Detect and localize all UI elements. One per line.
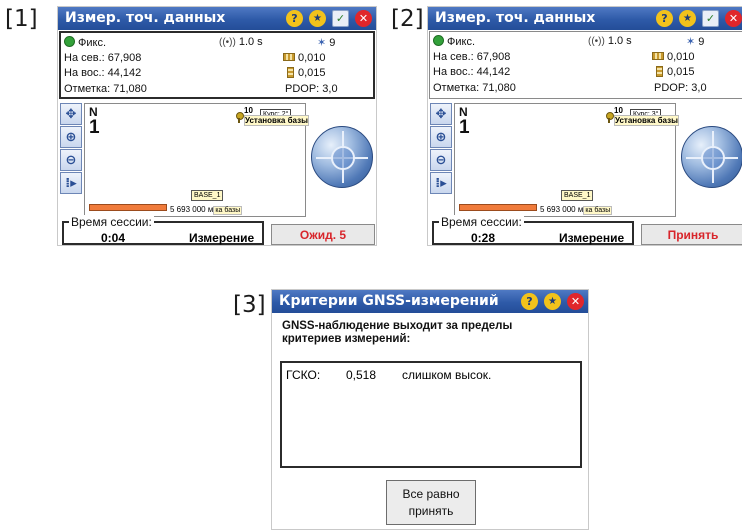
star-icon[interactable]: ★ [679,10,696,27]
mode-label: Измерение [559,231,625,245]
pan-icon[interactable]: ✥ [60,103,82,125]
criteria-status: слишком высок. [402,368,492,382]
interval: ((•)) 1.0 s [219,36,263,48]
map-toolbar: ✥ ⊕ ⊖ ⁞▸ [60,103,82,195]
accept-button[interactable]: Принять [641,224,742,245]
gnss-criteria-dialog: Критерии GNSS-измерений ? ★ ✕ GNSS-наблю… [271,289,589,530]
zoom-out-icon[interactable]: ⊖ [430,149,452,171]
session-time: 0:04 [101,231,126,245]
scale-bar [89,204,167,211]
measure-screen-2: Измер. точ. данных ? ★ ✓ ✕ Фикс. ((•)) 1.… [427,6,742,246]
session-label: Время сессии: [439,215,524,229]
satellite-icon: ✶ [317,37,327,49]
title-bar: Критерии GNSS-измерений ? ★ ✕ [272,290,588,313]
wait-button[interactable]: Ожид. 5 [271,224,375,245]
base-setup-label: Установка базы [614,115,679,126]
title-bar: Измер. точ. данных ? ★ ✓ ✕ [428,7,742,30]
fix-status: Фикс. [433,35,475,48]
window-title: Измер. точ. данных [435,10,596,26]
accept-anyway-button[interactable]: Все равно принять [386,480,476,525]
scale-text: 5 693 000 м ка базы [539,205,614,215]
pan-icon[interactable]: ✥ [430,103,452,125]
session-panel: Время сессии: 0:28 Измерение [432,215,634,245]
east-coord: На вос.: 44,142 [433,66,511,78]
point-pin-icon [605,112,614,123]
figure-marker-2: [2] [391,6,424,32]
h-precision: 0,010 [283,52,326,64]
satellite-icon: ✶ [686,36,696,48]
map-view[interactable]: N1 10 Курс: 2° Установка базы BASE_1 5 6… [84,103,309,217]
zoom-out-icon[interactable]: ⊖ [60,149,82,171]
signal-icon: ((•)) [219,37,236,48]
v-ruler-icon [287,67,294,78]
map-view[interactable]: N1 10 Курс: 3° Установка базы BASE_1 5 6… [454,103,679,217]
east-coord: На вос.: 44,142 [64,67,142,79]
interval: ((•)) 1.0 s [588,35,632,47]
mode-label: Измерение [189,231,255,245]
north-coord: На сев.: 67,908 [64,52,142,64]
window-title: Измер. точ. данных [65,10,226,26]
point-pin-icon [235,112,244,123]
close-icon[interactable]: ✕ [567,293,584,310]
pin-number: 10 [614,106,623,115]
fix-icon [64,36,75,47]
scale-text: 5 693 000 м ка базы [169,205,244,215]
help-icon[interactable]: ? [521,293,538,310]
pin-number: 10 [244,106,253,115]
north-indicator: N1 [89,105,100,138]
pdop: PDOP: 3,0 [654,82,707,94]
expand-icon[interactable]: ⁞▸ [430,172,452,194]
measure-screen-1: Измер. точ. данных ? ★ ✓ ✕ Фикс. ((•)) 1.… [57,6,377,246]
figure-marker-3: [3] [233,292,266,318]
figure-marker-1: [1] [5,6,38,32]
title-bar: Измер. точ. данных ? ★ ✓ ✕ [58,7,376,30]
base-label: BASE_1 [191,190,224,201]
criteria-key: ГСКО: [286,368,321,382]
gnss-info-panel: Фикс. ((•)) 1.0 s ✶ 9 На сев.: 67,908 0,01… [59,31,375,99]
satellite-count: ✶ 9 [317,37,336,49]
check-icon[interactable]: ✓ [332,10,349,27]
h-ruler-icon [652,52,664,60]
v-precision: 0,015 [283,67,326,79]
session-label: Время сессии: [69,215,154,229]
base-setup-label: Установка базы [244,115,309,126]
star-icon[interactable]: ★ [544,293,561,310]
criteria-value: 0,518 [346,368,377,382]
h-precision: 0,010 [652,51,695,63]
satellite-count: ✶ 9 [686,36,705,48]
map-toolbar: ✥ ⊕ ⊖ ⁞▸ [430,103,452,195]
level-bubble-icon [311,126,373,188]
session-panel: Время сессии: 0:04 Измерение [62,215,264,245]
north-coord: На сев.: 67,908 [433,51,511,63]
expand-icon[interactable]: ⁞▸ [60,172,82,194]
star-icon[interactable]: ★ [309,10,326,27]
check-icon[interactable]: ✓ [702,10,719,27]
elevation: Отметка: 71,080 [64,83,147,95]
gnss-info-panel: Фикс. ((•)) 1.0 s ✶ 9 На сев.: 67,908 0,01… [429,31,742,99]
session-time: 0:28 [471,231,496,245]
help-icon[interactable]: ? [286,10,303,27]
close-icon[interactable]: ✕ [725,10,742,27]
v-precision: 0,015 [652,66,695,78]
elevation: Отметка: 71,080 [433,82,516,94]
criteria-list: ГСКО: 0,518 слишком высок. [280,361,582,468]
north-indicator: N1 [459,105,470,138]
base-label: BASE_1 [561,190,594,201]
dialog-message: GNSS-наблюдение выходит за пределы крите… [282,320,513,345]
pdop: PDOP: 3,0 [285,83,338,95]
fix-icon [433,35,444,46]
zoom-in-icon[interactable]: ⊕ [60,126,82,148]
close-icon[interactable]: ✕ [355,10,372,27]
v-ruler-icon [656,66,663,77]
scale-bar [459,204,537,211]
fix-status: Фикс. [64,36,106,49]
dialog-title: Критерии GNSS-измерений [279,293,499,309]
level-bubble-icon [681,126,742,188]
zoom-in-icon[interactable]: ⊕ [430,126,452,148]
signal-icon: ((•)) [588,36,605,47]
help-icon[interactable]: ? [656,10,673,27]
h-ruler-icon [283,53,295,61]
